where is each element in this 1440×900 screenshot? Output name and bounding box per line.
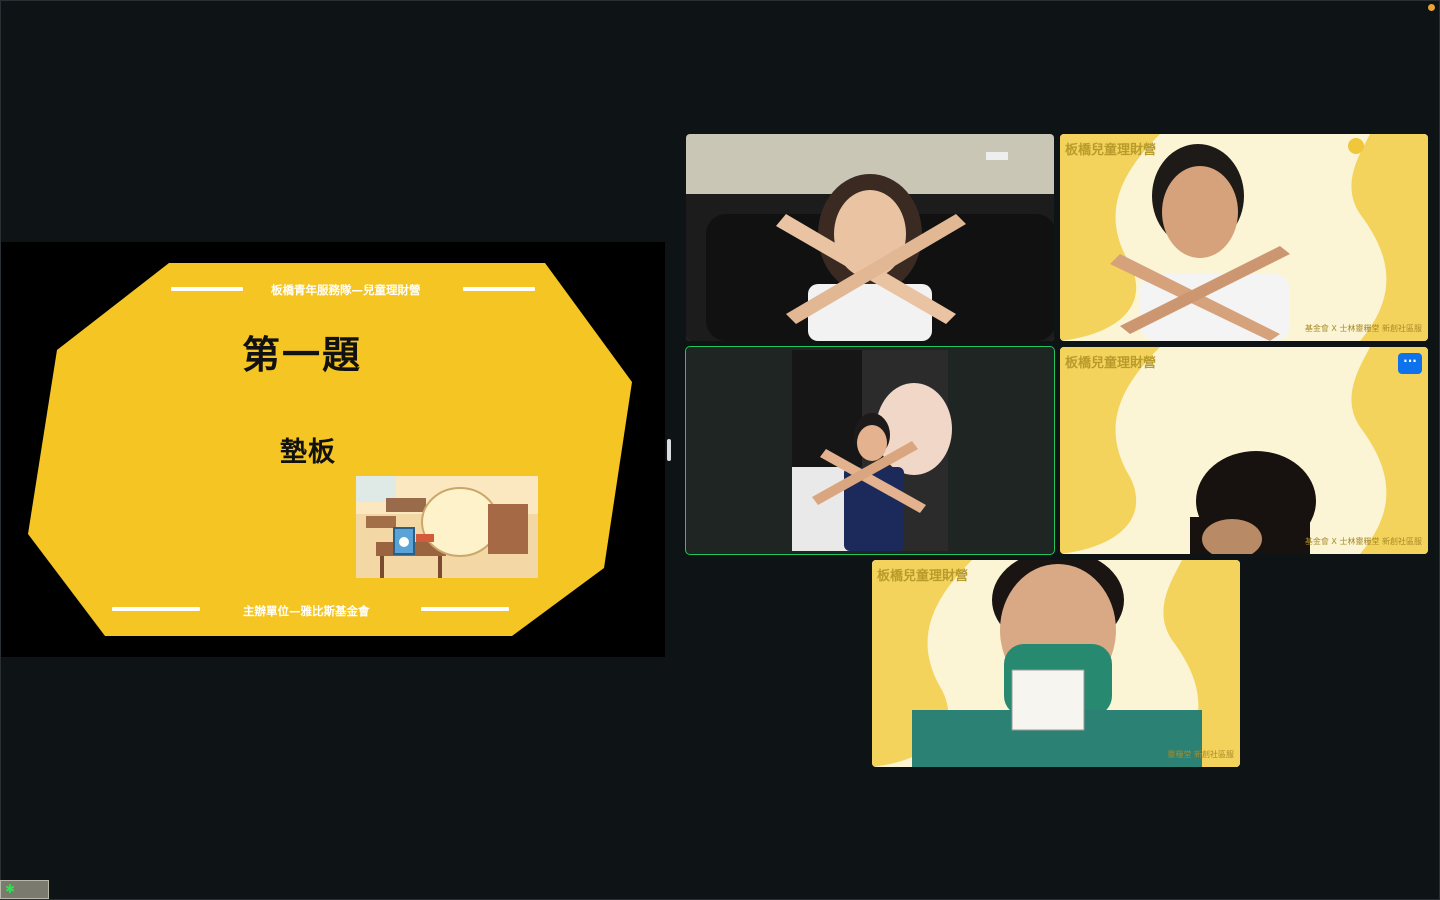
header-rule-right xyxy=(463,287,535,291)
participant-4-video xyxy=(1060,347,1428,554)
background-corner-text: 基金會 X 士林靈糧堂 新創社區服 xyxy=(1304,324,1422,333)
recording-indicator-icon xyxy=(1428,4,1435,11)
more-options-button[interactable]: ··· xyxy=(1398,353,1422,374)
self-view-thumbnail[interactable]: ✱ xyxy=(0,880,49,899)
background-caption: 板橋兒童理財營 xyxy=(1065,356,1157,371)
slide-title: 第一題 xyxy=(242,333,363,377)
footer-rule-left xyxy=(112,607,200,611)
participant-1-video xyxy=(686,134,1054,341)
participant-2-video xyxy=(1060,134,1428,341)
video-tile-participant-3[interactable] xyxy=(685,346,1055,555)
video-tile-participant-4[interactable]: 板橋兒童理財營 基金會 X 士林靈糧堂 新創社區服 ··· xyxy=(1060,347,1428,554)
panel-resize-handle[interactable] xyxy=(667,439,671,461)
slide-footer: 主辦單位—雅比斯基金會 xyxy=(243,604,370,618)
background-caption: 板橋兒童理財營 xyxy=(877,569,969,584)
video-tile-participant-1[interactable] xyxy=(686,134,1054,341)
background-corner-text: 靈糧堂 新創社區服 xyxy=(1167,750,1234,759)
slide-word: 墊板 xyxy=(280,437,336,468)
background-corner-text: 基金會 X 士林靈糧堂 新創社區服 xyxy=(1304,537,1422,546)
slide-header: 板橋青年服務隊—兒童理財營 xyxy=(271,283,421,297)
video-tile-participant-2[interactable]: 板橋兒童理財營 基金會 X 士林靈糧堂 新創社區服 xyxy=(1060,134,1428,341)
shared-screen[interactable]: 板橋青年服務隊—兒童理財營 第一題 墊板 主辦單位—雅比斯基金會 xyxy=(1,242,665,657)
self-view-icon: ✱ xyxy=(5,882,16,896)
participant-3-video xyxy=(686,347,1054,554)
header-rule-left xyxy=(171,287,243,291)
participant-5-video xyxy=(872,560,1240,767)
video-tile-participant-5[interactable]: 板橋兒童理財營 靈糧堂 新創社區服 xyxy=(872,560,1240,767)
footer-rule-right xyxy=(421,607,509,611)
background-caption: 板橋兒童理財營 xyxy=(1065,143,1157,158)
ellipsis-icon: ··· xyxy=(1403,354,1417,368)
slide-illustration xyxy=(356,476,538,578)
